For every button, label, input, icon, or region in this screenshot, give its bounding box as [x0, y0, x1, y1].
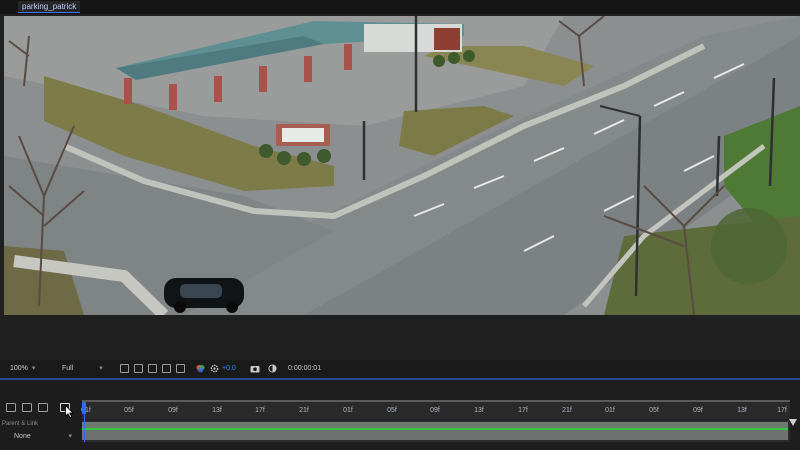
- ruler-tick-label: 09f: [168, 407, 178, 414]
- show-snapshot-icon[interactable]: [268, 364, 277, 374]
- resolution-dropdown[interactable]: Full ▾: [62, 364, 103, 374]
- work-area-end-marker[interactable]: [789, 419, 797, 426]
- drone-scene-image: [4, 16, 800, 315]
- parent-link-label: Parent & Link: [2, 421, 39, 427]
- parent-dropdown[interactable]: None ▾: [2, 431, 72, 442]
- ruler-tick-label: 17f: [255, 407, 265, 414]
- ruler-tick-label: 21f: [562, 407, 572, 414]
- panel-divider[interactable]: [0, 378, 800, 380]
- ruler-tick-label: 13f: [212, 407, 222, 414]
- ruler-tick-label: 01f: [605, 407, 615, 414]
- current-time-indicator[interactable]: [82, 402, 86, 414]
- gear-icon[interactable]: [210, 364, 219, 374]
- comp-icon[interactable]: [22, 403, 32, 412]
- chevron-down-icon: ▾: [68, 433, 72, 440]
- ruler-tick-label: 09f: [693, 407, 703, 414]
- chevron-down-icon: ▾: [99, 365, 103, 372]
- guides-icon[interactable]: [162, 364, 171, 373]
- ruler-tick-label: 05f: [124, 407, 134, 414]
- layer-duration-bar-lower[interactable]: [82, 430, 788, 440]
- zoom-dropdown[interactable]: 100% ▾: [10, 364, 35, 374]
- exposure-value[interactable]: +0.0: [222, 364, 236, 374]
- time-ruler[interactable]: 01f 05f 09f 13f 17f 21f 01f 05f 09f 13f …: [81, 402, 790, 419]
- ruler-tick-label: 01f: [343, 407, 353, 414]
- ruler-tick-label: 21f: [299, 407, 309, 414]
- transparency-icon[interactable]: [134, 364, 143, 373]
- ruler-tick-label: 17f: [777, 407, 787, 414]
- region-icon[interactable]: [120, 364, 129, 373]
- ruler-tick-label: 13f: [737, 407, 747, 414]
- ruler-tick-label: 13f: [474, 407, 484, 414]
- motion-blur-icon[interactable]: [38, 403, 48, 412]
- zoom-value: 100%: [10, 365, 28, 372]
- mask-icon[interactable]: [148, 364, 157, 373]
- video-frame[interactable]: [4, 16, 800, 315]
- current-timecode[interactable]: 0:00:00:01: [288, 364, 321, 374]
- ruler-tick-label: 09f: [430, 407, 440, 414]
- chevron-down-icon: ▾: [31, 365, 36, 372]
- resolution-value: Full: [62, 365, 74, 372]
- viewer-control-bar: 100% ▾ Full ▾ +0.0 0:00:00:01: [0, 360, 800, 378]
- parent-value: None: [14, 433, 31, 440]
- top-bar: parking_patrick: [0, 0, 800, 14]
- composition-tab[interactable]: parking_patrick: [18, 1, 81, 13]
- color-wheel-icon[interactable]: [196, 364, 205, 374]
- snapshot-icon[interactable]: [250, 364, 260, 374]
- current-time-line: [84, 414, 85, 442]
- ruler-tick-label: 05f: [387, 407, 397, 414]
- draft-3d-icon[interactable]: [6, 403, 16, 412]
- grid-icon[interactable]: [176, 364, 185, 373]
- ruler-tick-label: 17f: [518, 407, 528, 414]
- timeline-panel: Parent & Link None ▾ 01f 05f 09f 13f 17f…: [0, 381, 800, 450]
- ruler-tick-label: 05f: [649, 407, 659, 414]
